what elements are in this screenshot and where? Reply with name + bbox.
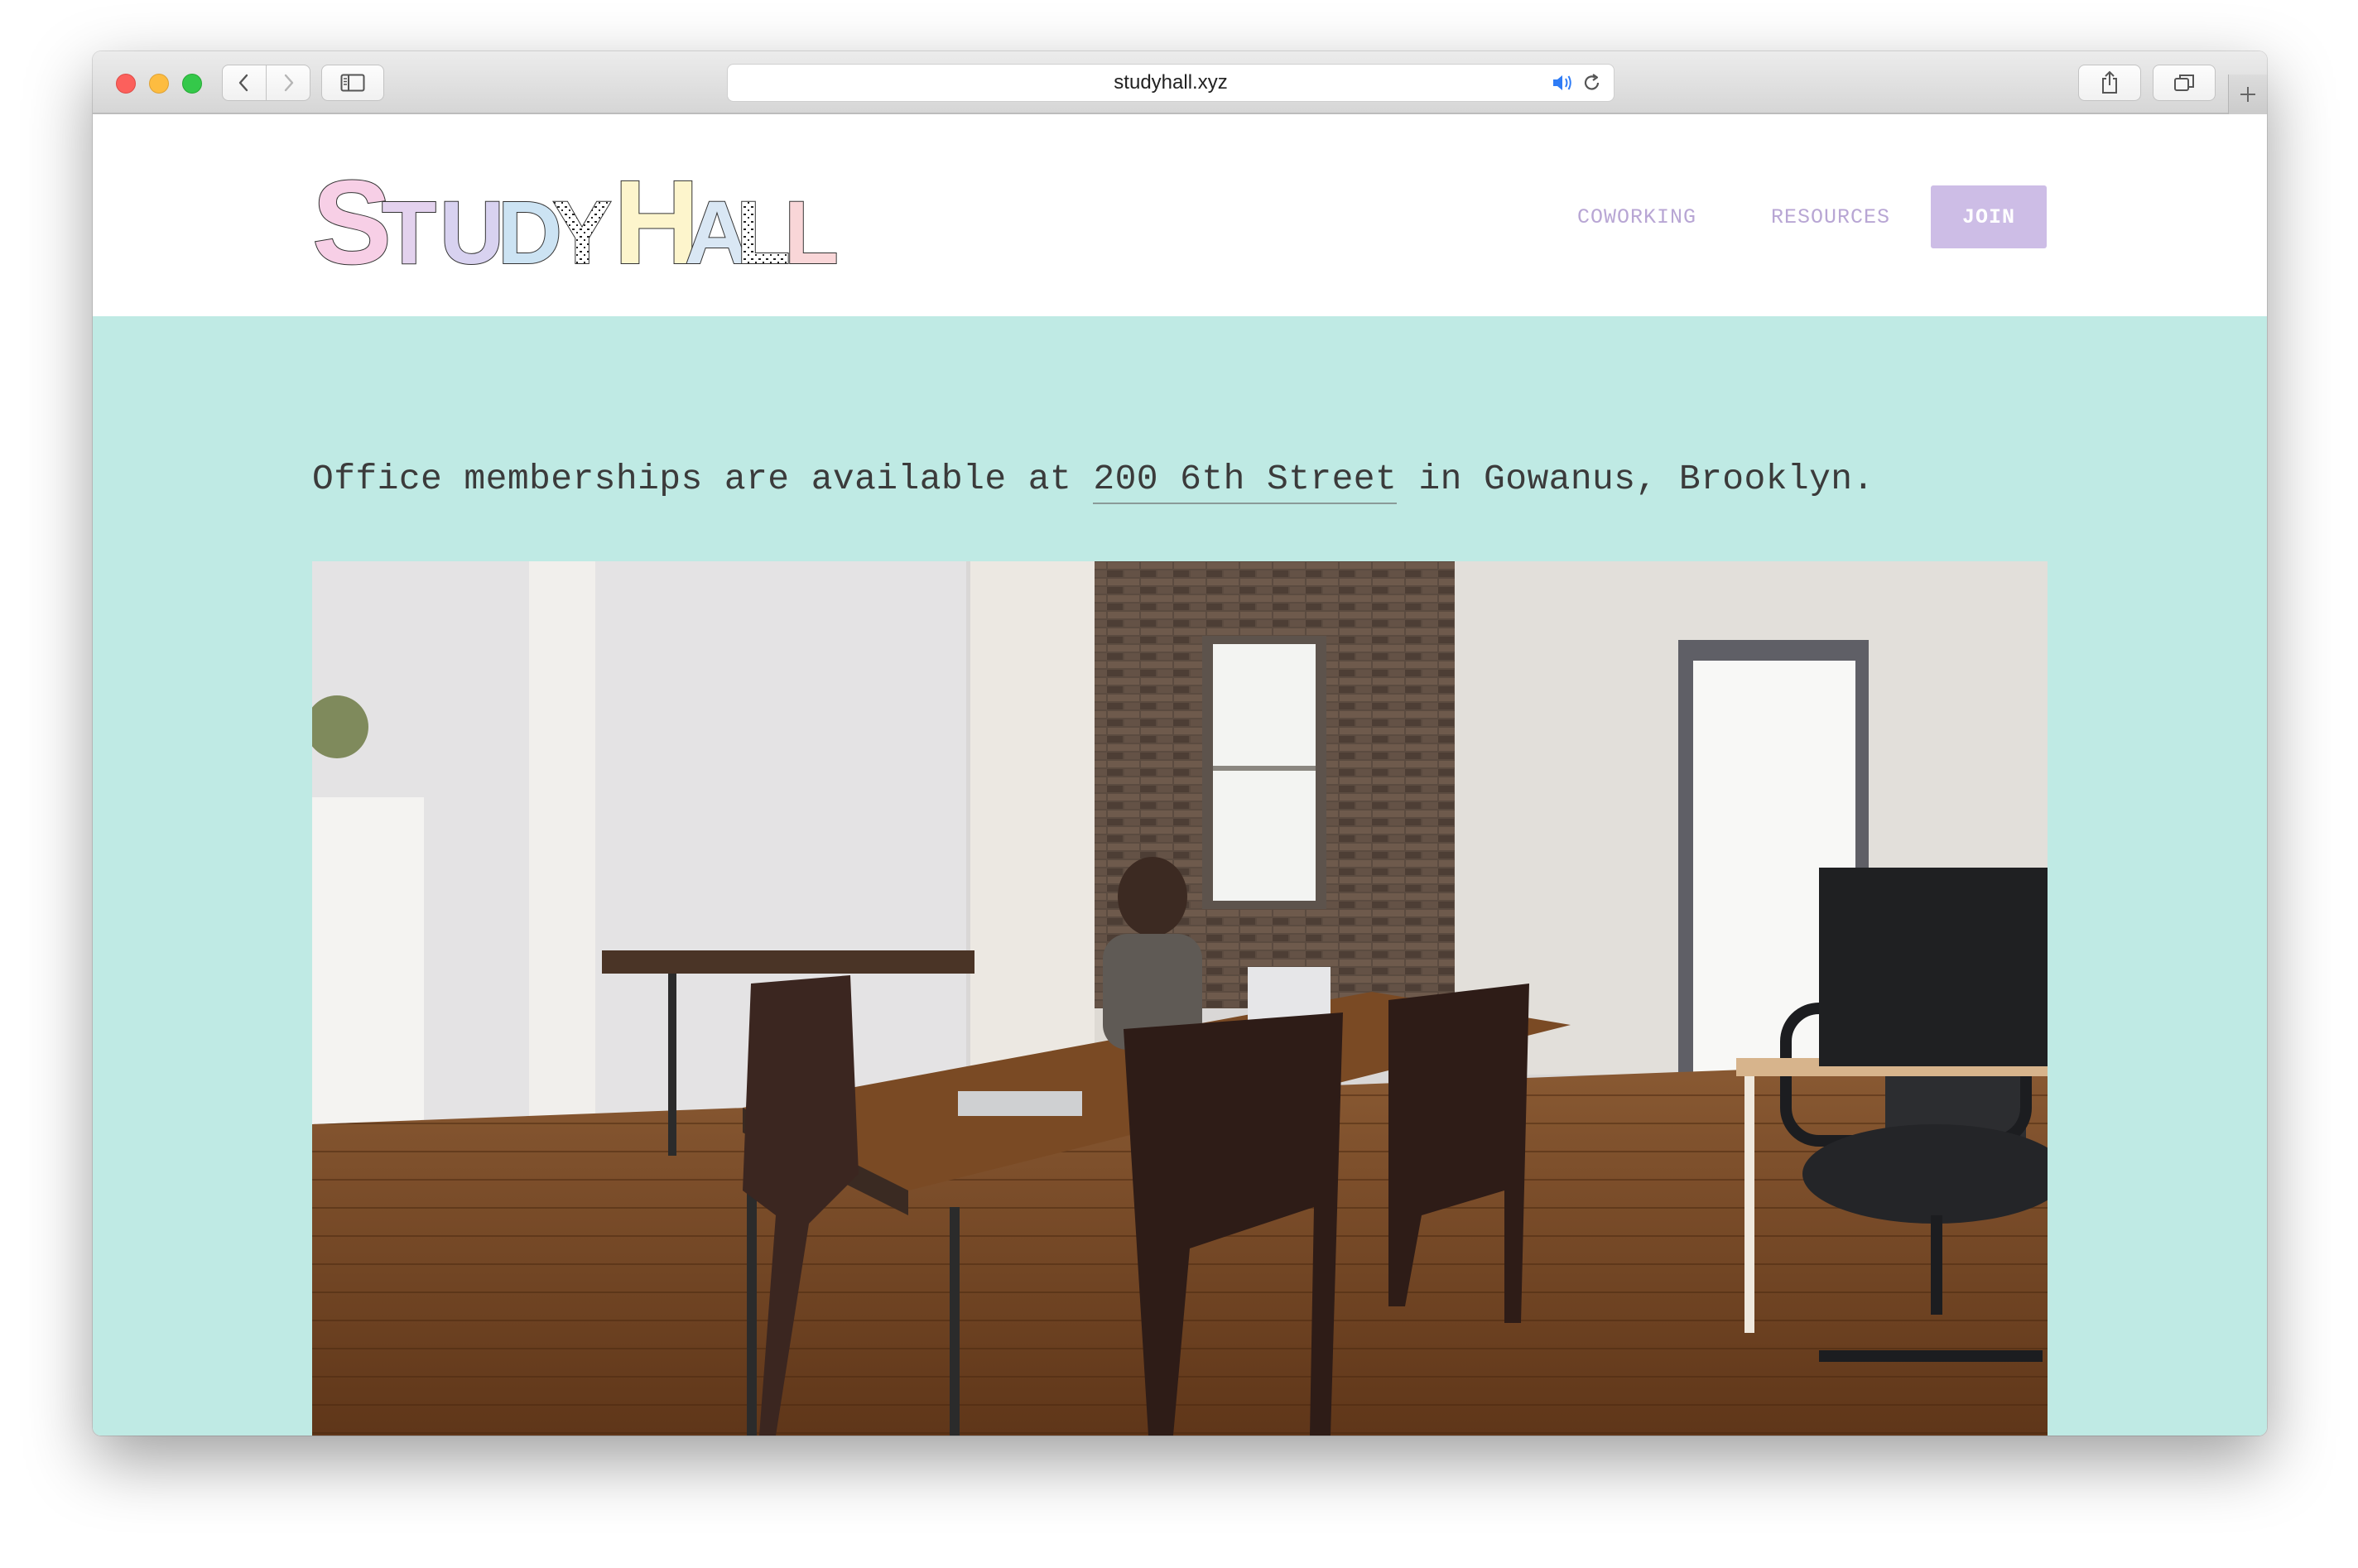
svg-text:L: L — [784, 182, 839, 270]
office-photo — [312, 561, 2048, 1436]
hero-tagline: Office memberships are available at 200 … — [312, 459, 1874, 504]
svg-text:L: L — [736, 182, 791, 270]
svg-text:S: S — [312, 156, 392, 270]
sidebar-icon — [340, 74, 365, 92]
address-link[interactable]: 200 6th Street — [1093, 459, 1398, 504]
plus-icon — [2240, 87, 2255, 102]
address-bar[interactable]: studyhall.xyz — [727, 64, 1615, 102]
nav-link-resources[interactable]: RESOURCES — [1771, 205, 1890, 229]
web-page: S T U D Y H A L L COWORKING RESOURCES JO… — [93, 114, 2267, 1436]
reload-icon[interactable] — [1581, 71, 1604, 99]
hero-section: Office memberships are available at 200 … — [93, 316, 2267, 1436]
tagline-text-end: in Gowanus, Brooklyn. — [1397, 459, 1874, 499]
minimize-window-button[interactable] — [149, 74, 169, 94]
site-header: S T U D Y H A L L COWORKING RESOURCES JO… — [93, 114, 2267, 316]
sidebar-toggle-button[interactable] — [321, 65, 384, 101]
speaker-icon[interactable] — [1551, 71, 1576, 99]
tabs-overview-icon — [2174, 75, 2194, 91]
share-button[interactable] — [2078, 65, 2141, 101]
share-icon — [2102, 70, 2117, 94]
forward-button[interactable] — [266, 65, 310, 101]
join-button[interactable]: JOIN — [1931, 185, 2047, 248]
svg-text:Y: Y — [552, 182, 612, 270]
svg-text:U: U — [440, 182, 504, 270]
zoom-window-button[interactable] — [182, 74, 202, 94]
study-hall-logo[interactable]: S T U D Y H A L L — [310, 152, 840, 270]
show-tabs-button[interactable] — [2153, 65, 2216, 101]
svg-text:T: T — [382, 182, 436, 270]
nav-link-coworking[interactable]: COWORKING — [1577, 205, 1696, 229]
back-button[interactable] — [222, 65, 267, 101]
new-tab-button[interactable] — [2228, 75, 2267, 114]
tagline-text-start: Office memberships are available at — [312, 459, 1094, 499]
chevron-left-icon — [238, 74, 248, 92]
url-text: studyhall.xyz — [1114, 71, 1228, 94]
browser-window: studyhall.xyz S T U D Y H A L L COWORKIN… — [93, 51, 2267, 1436]
chevron-right-icon — [284, 74, 294, 92]
browser-toolbar: studyhall.xyz — [93, 51, 2267, 114]
close-window-button[interactable] — [116, 74, 136, 94]
